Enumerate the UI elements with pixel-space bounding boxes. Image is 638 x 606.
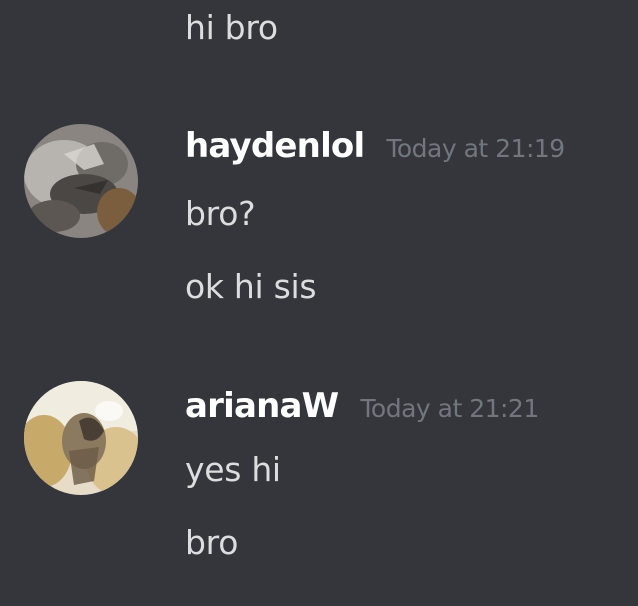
avatar-haydenlol[interactable]: [24, 124, 138, 238]
username[interactable]: haydenlol: [185, 126, 365, 166]
message-header: arianaW Today at 21:21: [185, 386, 539, 426]
avatar-image: [24, 381, 138, 495]
avatar-image: [24, 124, 138, 238]
message-text: bro: [185, 523, 239, 562]
message-text: bro?: [185, 194, 256, 233]
message-text: ok hi sis: [185, 267, 317, 306]
chat-message-list: hi bro haydenlol Today at 21:19 bro? ok …: [0, 0, 638, 606]
username[interactable]: arianaW: [185, 386, 339, 426]
timestamp: Today at 21:19: [386, 134, 565, 163]
avatar-arianaW[interactable]: [24, 381, 138, 495]
message-text: hi bro: [185, 8, 278, 47]
message-text: yes hi: [185, 450, 281, 489]
timestamp: Today at 21:21: [360, 394, 539, 423]
message-header: haydenlol Today at 21:19: [185, 126, 565, 166]
